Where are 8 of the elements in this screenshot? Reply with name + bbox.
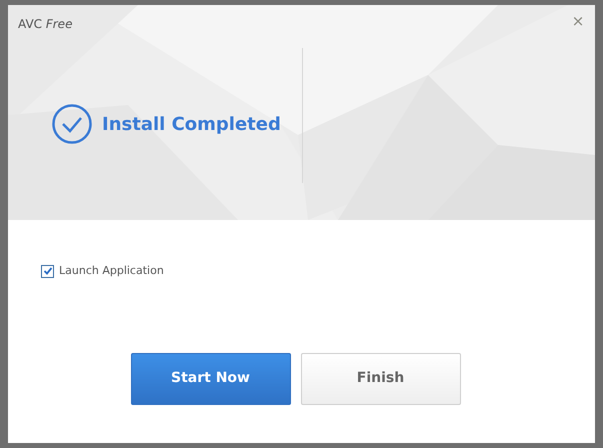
window-title: AVC Free — [18, 16, 72, 33]
finish-button[interactable]: Finish — [300, 352, 460, 404]
start-now-button[interactable]: Start Now — [130, 352, 290, 404]
check-circle-icon — [52, 104, 92, 144]
checkbox-label: Launch Application — [59, 263, 164, 279]
install-heading: Install Completed — [102, 112, 281, 136]
checkbox[interactable] — [41, 264, 54, 278]
close-button[interactable]: × — [570, 11, 586, 31]
